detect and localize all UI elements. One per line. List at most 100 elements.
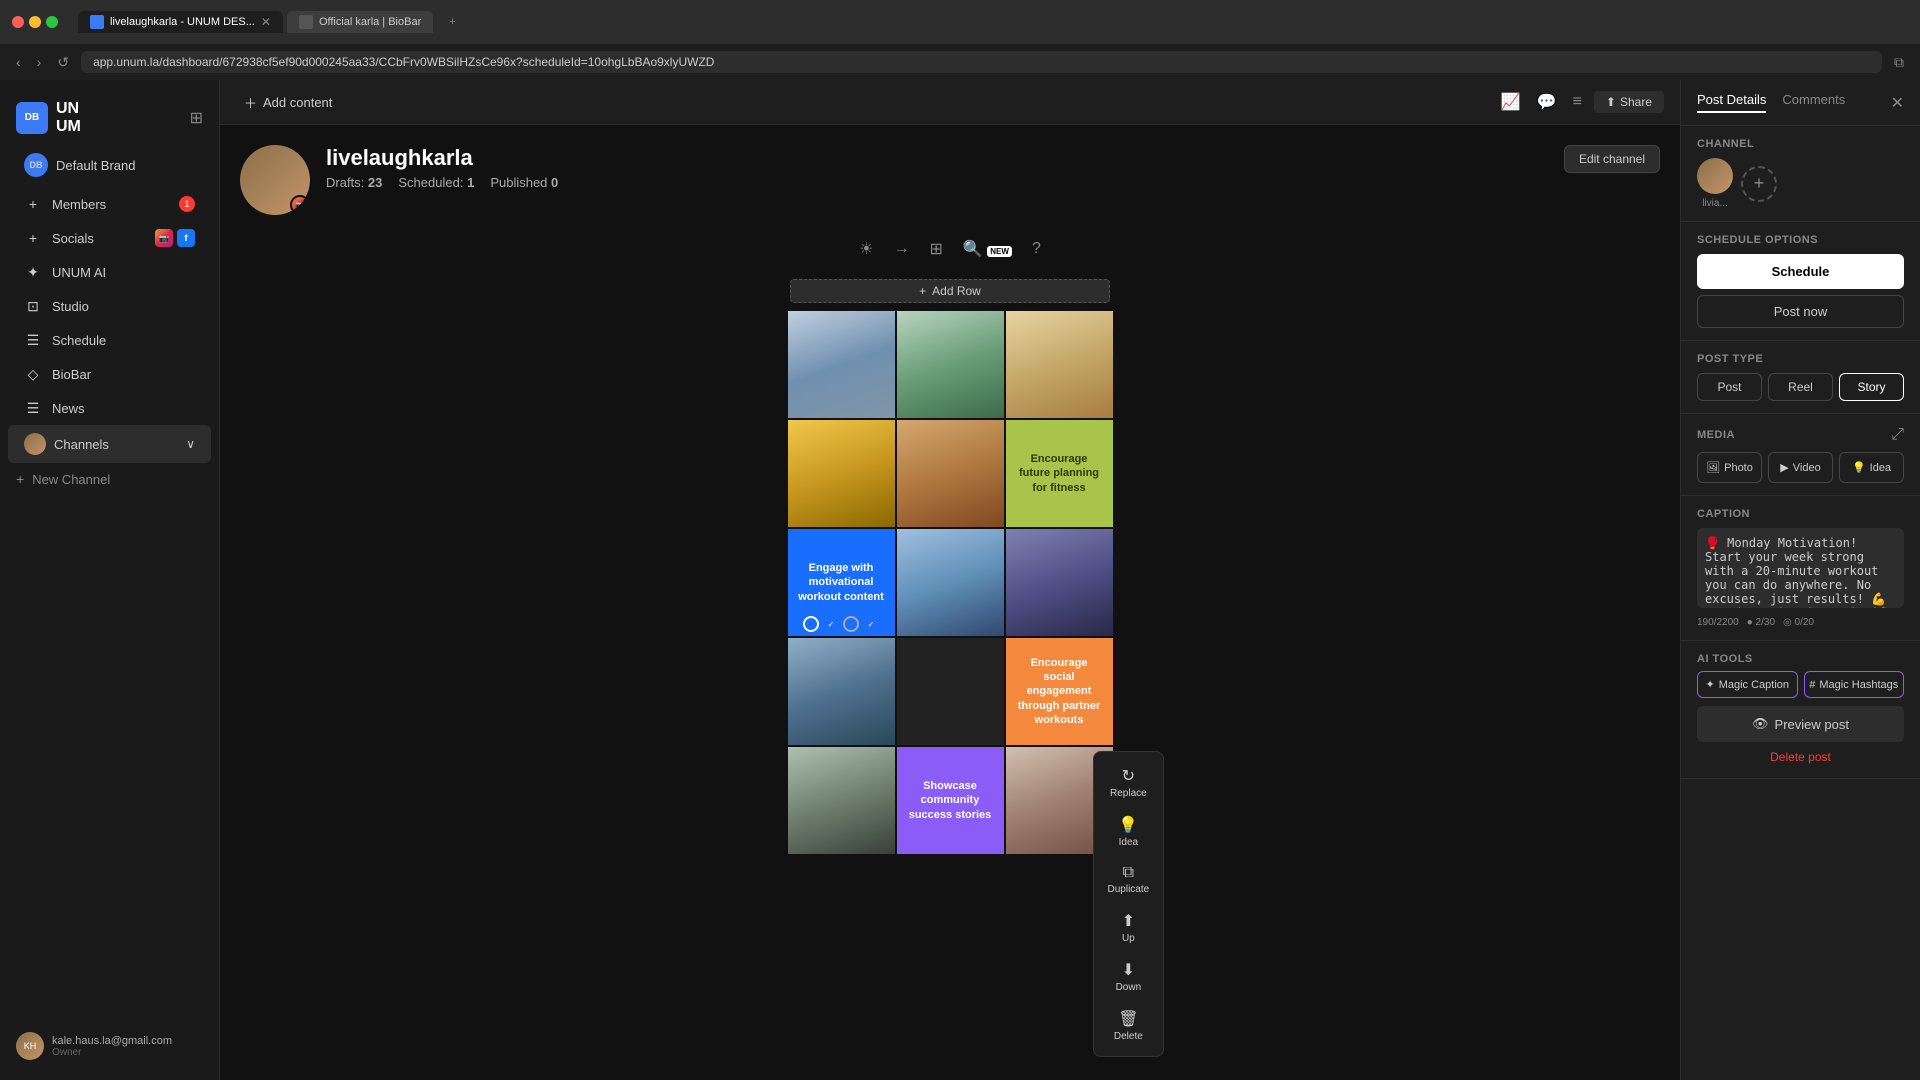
delete-button[interactable]: 🗑 Delete (1106, 1003, 1151, 1048)
cell-dot-circle[interactable] (803, 616, 819, 632)
post-cell-13[interactable]: Showcase community success stories (897, 747, 1004, 854)
tab-close-unum[interactable]: ✕ (261, 15, 271, 29)
idea-button[interactable]: 💡 Idea (1110, 809, 1146, 854)
sidebar-item-schedule[interactable]: ☰ Schedule (8, 323, 211, 357)
idea-bulb-icon: 💡 (1852, 461, 1866, 474)
back-button[interactable]: ‹ (12, 52, 25, 72)
user-info: kale.haus.la@gmail.com Owner (52, 1035, 172, 1058)
sidebar-item-biobar[interactable]: ◇ BioBar (8, 357, 211, 391)
post-cell-9[interactable] (788, 638, 895, 745)
post-cell-0[interactable] (788, 311, 895, 418)
expand-icon[interactable]: ⤢ (1891, 426, 1904, 444)
chart-icon[interactable]: 📈 (1497, 88, 1525, 116)
sidebar-item-members[interactable]: + Members 1 (8, 187, 211, 221)
cell-dot-filled[interactable]: ✓ (823, 616, 839, 632)
tab-unum[interactable]: livelaughkarla - UNUM DES... ✕ (78, 11, 283, 33)
extensions-icon[interactable]: ⧉ (1890, 52, 1908, 73)
post-cell-1[interactable] (897, 311, 1004, 418)
help-icon[interactable]: ? (1028, 236, 1045, 262)
sidebar-item-unum-ai[interactable]: ✦ UNUM AI (8, 255, 211, 289)
instagram-badge-icon: 📷 (290, 195, 310, 215)
channel-avatar[interactable] (1697, 158, 1733, 194)
add-channel-button[interactable]: + (1741, 166, 1777, 202)
post-cell-6[interactable]: Engage with motivational workout content… (788, 529, 895, 636)
add-row-label: Add Row (932, 284, 981, 298)
media-photo-button[interactable]: 🖼 Photo (1697, 452, 1762, 483)
replace-button[interactable]: ↻ Replace (1102, 760, 1155, 805)
cell-dot-wave[interactable] (843, 616, 859, 632)
post-cell-8[interactable] (1006, 529, 1113, 636)
sidebar-item-new-channel[interactable]: + New Channel (0, 463, 219, 495)
unum-ai-label: UNUM AI (52, 265, 106, 280)
facebook-icon: f (177, 229, 195, 247)
tab-biobar[interactable]: Official karla | BioBar (287, 11, 433, 33)
preview-post-label: Preview post (1775, 717, 1849, 732)
tab-post-details[interactable]: Post Details (1697, 92, 1766, 113)
sidebar-item-socials[interactable]: + Socials 📷 f (8, 221, 211, 255)
tab-new[interactable]: + (437, 11, 467, 33)
close-dot[interactable] (12, 16, 24, 28)
arrow-right-icon[interactable]: → (889, 236, 913, 262)
sidebar-item-channels[interactable]: Channels ∨ (8, 425, 211, 463)
sidebar-collapse-button[interactable]: ⊞ (190, 108, 203, 128)
post-cell-5[interactable]: Encourage future planning for fitness (1006, 420, 1113, 527)
post-now-button[interactable]: Post now (1697, 295, 1904, 328)
edit-channel-button[interactable]: Edit channel (1564, 145, 1660, 173)
cell-dot-check[interactable]: ✓ (863, 616, 879, 632)
caption-textarea[interactable]: 🥊 Monday Motivation! Start your week str… (1697, 528, 1904, 608)
brand-avatar: DB (24, 153, 48, 177)
maximize-dot[interactable] (46, 16, 58, 28)
sidebar-item-news[interactable]: ☰ News (8, 391, 211, 425)
delete-post-button[interactable]: Delete post (1697, 750, 1904, 764)
list-icon[interactable]: ≡ (1569, 89, 1586, 115)
post-cell-10[interactable] (897, 638, 1004, 745)
post-cell-4[interactable] (897, 420, 1004, 527)
replace-label: Replace (1110, 788, 1147, 799)
post-cell-7[interactable] (897, 529, 1004, 636)
share-icon: ⬆ (1606, 95, 1616, 109)
caption-section: Caption 🥊 Monday Motivation! Start your … (1681, 496, 1920, 641)
type-reel-button[interactable]: Reel (1768, 373, 1833, 401)
post-cell-12[interactable] (788, 747, 895, 854)
cell-image-dark (897, 638, 1004, 745)
forward-button[interactable]: › (33, 52, 46, 72)
tab-comments[interactable]: Comments (1782, 92, 1845, 113)
schedule-button[interactable]: Schedule (1697, 254, 1904, 289)
drafts-label: Drafts: 23 (326, 175, 382, 190)
cell-image-run2 (897, 529, 1004, 636)
add-row-button[interactable]: + Add Row (790, 279, 1110, 303)
comment-icon[interactable]: 💬 (1533, 88, 1561, 116)
share-button[interactable]: ⬆ Share (1594, 91, 1664, 113)
members-badge: 1 (179, 196, 195, 212)
brand-label: Default Brand (56, 158, 136, 173)
post-cell-11[interactable]: Encourage social engagement through part… (1006, 638, 1113, 745)
media-video-button[interactable]: ▶ Video (1768, 452, 1833, 483)
mention-count: ◎ 0/20 (1783, 617, 1814, 628)
post-cell-2[interactable] (1006, 311, 1113, 418)
down-button[interactable]: ⬇ Down (1108, 954, 1150, 999)
app-layout: DB UNUM ⊞ DB Default Brand + Members 1 +… (0, 80, 1920, 1080)
magic-caption-button[interactable]: ✦ Magic Caption (1697, 671, 1798, 698)
news-icon: ☰ (24, 399, 42, 417)
sidebar-item-studio[interactable]: ⊡ Studio (8, 289, 211, 323)
brightness-icon[interactable]: ☀ (855, 235, 877, 263)
logo-box: DB (16, 102, 48, 134)
user-role: Owner (52, 1047, 172, 1058)
magic-hashtags-button[interactable]: # Magic Hashtags (1804, 671, 1905, 698)
post-cell-3[interactable] (788, 420, 895, 527)
type-post-button[interactable]: Post (1697, 373, 1762, 401)
preview-post-button[interactable]: 👁 Preview post (1697, 706, 1904, 742)
search-zoom-icon[interactable]: 🔍 NEW (959, 235, 1016, 263)
sidebar-item-brand[interactable]: DB Default Brand (8, 147, 211, 183)
close-panel-button[interactable]: ✕ (1891, 93, 1904, 113)
grid-view-icon[interactable]: ⊞ (925, 235, 946, 263)
up-button[interactable]: ⬆ Up (1114, 905, 1143, 950)
media-idea-button[interactable]: 💡 Idea (1839, 452, 1904, 483)
url-bar[interactable] (81, 51, 1882, 73)
minimize-dot[interactable] (29, 16, 41, 28)
add-content-button[interactable]: ＋ Add content (236, 89, 340, 116)
reload-button[interactable]: ↺ (53, 52, 73, 73)
duplicate-button[interactable]: ⧉ Duplicate (1100, 858, 1158, 901)
type-story-button[interactable]: Story (1839, 373, 1904, 401)
sidebar-top: DB UNUM ⊞ (0, 92, 219, 147)
